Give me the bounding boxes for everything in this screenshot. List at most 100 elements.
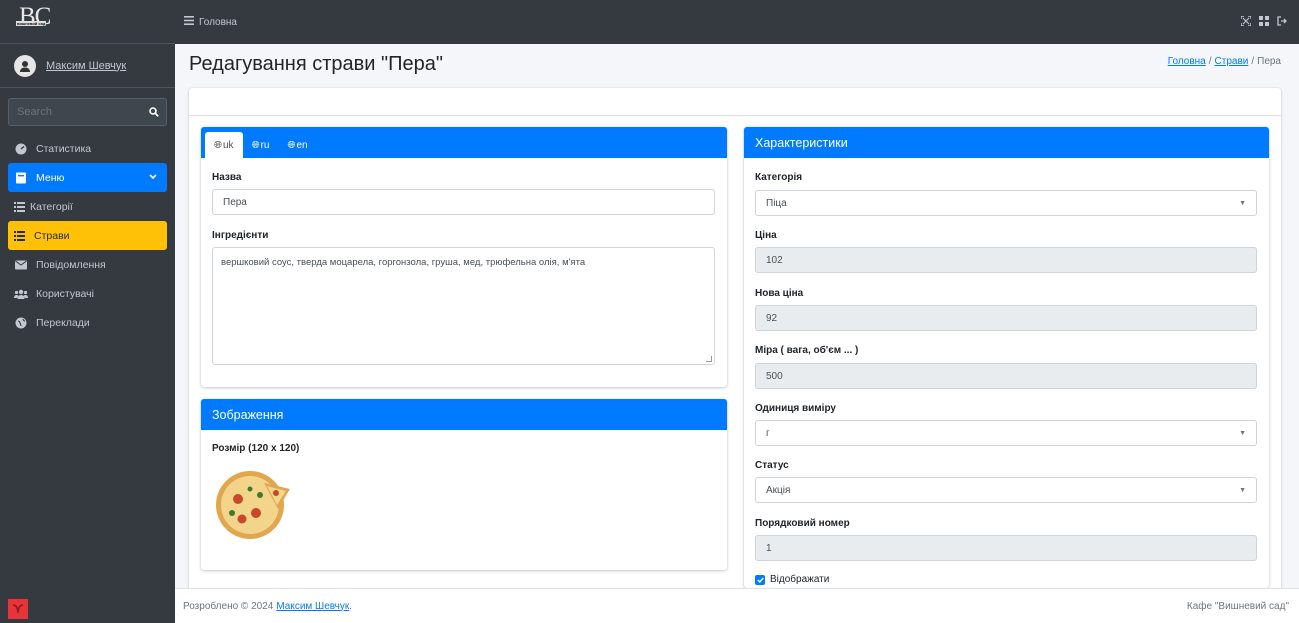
brand[interactable]: BC вишневий сад bbox=[0, 0, 175, 44]
order-input[interactable]: 1 bbox=[755, 535, 1257, 561]
globe-icon: 🌐︎ bbox=[251, 139, 260, 151]
tab-uk[interactable]: 🌐︎ uk bbox=[205, 132, 243, 158]
breadcrumb-separator: / bbox=[1208, 56, 1212, 67]
unit-label: Одиниця виміру bbox=[755, 403, 836, 414]
avatar bbox=[14, 54, 36, 77]
measure-input[interactable]: 500 bbox=[755, 363, 1257, 389]
image-size-label: Розмір (120 x 120) bbox=[212, 443, 300, 454]
brand-logo-letters: BC bbox=[19, 2, 51, 30]
sidebar-item-dishes[interactable]: Страви bbox=[8, 221, 167, 250]
tab-en[interactable]: 🌐︎ en bbox=[278, 132, 316, 158]
sidebar-item-messages[interactable]: Повідомлення bbox=[0, 250, 175, 279]
book-icon bbox=[14, 171, 28, 185]
brand-logo[interactable]: BC вишневий сад bbox=[16, 2, 56, 40]
sidebar: BC вишневий сад Максим Шевчук Статистика… bbox=[0, 0, 175, 623]
main-content: Редагування страви "Пера" Головна / Страви… bbox=[175, 44, 1299, 598]
sidebar-item-label: Статистика bbox=[36, 142, 92, 155]
footer: Розроблено © 2024 Максим Шевчук. Кафе "В… bbox=[175, 588, 1299, 623]
tab-label: uk bbox=[223, 139, 234, 151]
specs-card-title: Характеристики bbox=[744, 127, 1269, 158]
brand-logo-subtitle: вишневий сад bbox=[16, 20, 47, 26]
sidebar-nav: Статистика Меню Категорії Страви Повідом… bbox=[0, 134, 175, 337]
chevron-down-icon: ▼ bbox=[1239, 430, 1246, 437]
sidebar-item-categories[interactable]: Категорії bbox=[0, 192, 175, 221]
tachometer-icon bbox=[14, 142, 28, 156]
sidebar-item-users[interactable]: Користувачі bbox=[0, 279, 175, 308]
sidebar-item-translations[interactable]: Переклади bbox=[0, 308, 175, 337]
category-value: Піца bbox=[766, 197, 787, 209]
search-button[interactable] bbox=[141, 98, 167, 126]
app-corner-icon bbox=[8, 599, 28, 619]
name-input[interactable]: Пера bbox=[212, 189, 715, 215]
topbar-actions bbox=[1240, 15, 1287, 29]
image-card: Зображення Розмір (120 x 120) bbox=[201, 399, 727, 570]
form-header-stripe bbox=[189, 88, 1281, 116]
footer-dot: . bbox=[349, 600, 353, 612]
sidebar-item-label: Користувачі bbox=[36, 287, 94, 300]
sidebar-item-label: Переклади bbox=[36, 316, 90, 329]
hamburger-menu-icon[interactable] bbox=[184, 16, 194, 28]
user-panel: Максим Шевчук bbox=[0, 44, 175, 88]
resize-handle[interactable] bbox=[706, 356, 712, 362]
globe-icon: 🌐︎ bbox=[287, 139, 296, 151]
breadcrumb-dishes-link[interactable]: Страви bbox=[1215, 56, 1249, 67]
ingredients-textarea[interactable]: вершковий соус, тверда моцарела, горгонз… bbox=[212, 247, 715, 365]
status-value: Акція bbox=[766, 484, 791, 496]
chevron-down-icon: ▼ bbox=[1239, 200, 1246, 207]
sidebar-item-label: Меню bbox=[36, 171, 65, 184]
top-navbar: Головна bbox=[175, 0, 1299, 44]
price-label: Ціна bbox=[755, 230, 777, 241]
ingredients-text: вершковий соус, тверда моцарела, горгонз… bbox=[221, 257, 586, 268]
price-input[interactable]: 102 bbox=[755, 247, 1257, 273]
category-select[interactable]: Піца ▼ bbox=[755, 190, 1257, 216]
tab-ru[interactable]: 🌐︎ ru bbox=[243, 132, 279, 158]
status-select[interactable]: Акція ▼ bbox=[755, 477, 1257, 503]
search-icon bbox=[148, 107, 159, 117]
logout-icon[interactable] bbox=[1277, 16, 1287, 29]
search-input[interactable] bbox=[8, 98, 141, 126]
specs-card: Характеристики Категорія Піца ▼ Ціна 102… bbox=[744, 127, 1269, 588]
name-label: Назва bbox=[212, 172, 242, 183]
globe-icon: 🌐︎ bbox=[214, 139, 222, 151]
sidebar-item-statistics[interactable]: Статистика bbox=[0, 134, 175, 163]
list-icon bbox=[12, 229, 26, 243]
page-title: Редагування страви "Пера" bbox=[189, 53, 443, 75]
footer-text: Розроблено © 2024 bbox=[183, 600, 274, 612]
chevron-down-icon bbox=[149, 171, 157, 183]
measure-label: Міра ( вага, об'єм ... ) bbox=[755, 345, 859, 356]
breadcrumb-current: Пера bbox=[1257, 56, 1281, 67]
grid-apps-icon[interactable] bbox=[1259, 16, 1269, 29]
display-checkbox[interactable]: Відображати bbox=[755, 574, 829, 585]
status-label: Статус bbox=[755, 460, 789, 471]
tab-label: en bbox=[296, 139, 308, 151]
topbar-home-link[interactable]: Головна bbox=[199, 17, 237, 28]
checkmark-icon bbox=[755, 574, 765, 585]
sidebar-search bbox=[8, 98, 167, 126]
unit-select[interactable]: г ▼ bbox=[755, 420, 1257, 446]
sidebar-item-menu[interactable]: Меню bbox=[8, 163, 167, 192]
category-label: Категорія bbox=[755, 172, 803, 183]
fullscreen-icon[interactable] bbox=[1240, 15, 1252, 29]
new-price-label: Нова ціна bbox=[755, 288, 804, 299]
unit-value: г bbox=[766, 427, 770, 439]
sidebar-item-label: Страви bbox=[34, 229, 70, 242]
new-price-input[interactable]: 92 bbox=[755, 305, 1257, 331]
translations-card: 🌐︎ uk 🌐︎ ru 🌐︎ en Назва Пера Інгредієнти ве… bbox=[201, 127, 727, 387]
envelope-icon bbox=[14, 258, 28, 272]
chevron-down-icon: ▼ bbox=[1239, 487, 1246, 494]
image-card-title: Зображення bbox=[201, 399, 727, 430]
order-label: Порядковий номер bbox=[755, 518, 850, 529]
dish-image[interactable] bbox=[212, 461, 294, 546]
ingredients-label: Інгредієнти bbox=[212, 230, 269, 241]
tab-label: ru bbox=[260, 139, 270, 151]
sidebar-item-label: Повідомлення bbox=[36, 258, 106, 271]
breadcrumb-separator: / bbox=[1251, 56, 1255, 67]
globe-icon bbox=[14, 316, 28, 330]
footer-author-link[interactable]: Максим Шевчук bbox=[276, 601, 349, 612]
breadcrumb: Головна / Страви / Пера bbox=[1168, 56, 1281, 67]
user-name-link[interactable]: Максим Шевчук bbox=[46, 60, 126, 72]
users-icon bbox=[14, 287, 28, 301]
footer-cafe-name: Кафе "Вишневий сад" bbox=[1186, 601, 1289, 612]
language-tabs: 🌐︎ uk 🌐︎ ru 🌐︎ en bbox=[201, 127, 727, 158]
breadcrumb-home-link[interactable]: Головна bbox=[1168, 56, 1206, 67]
